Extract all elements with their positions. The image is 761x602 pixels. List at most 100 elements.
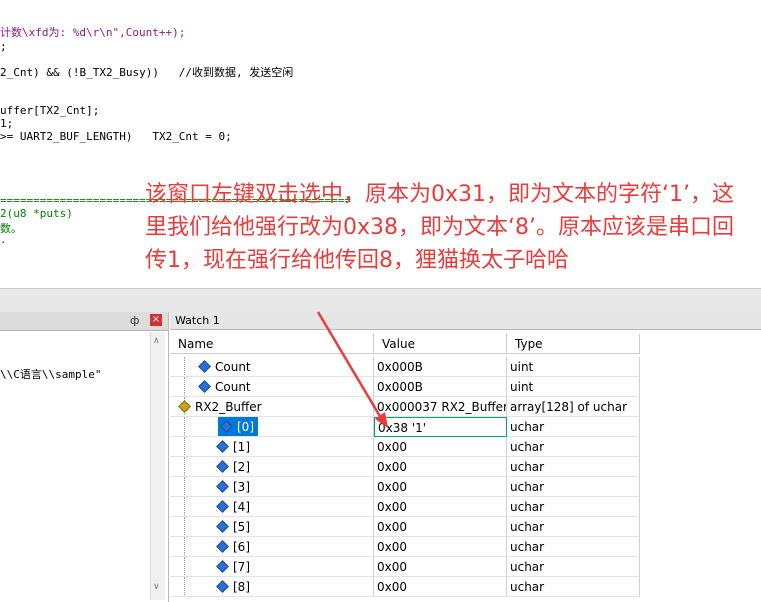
watch-value-cell[interactable]: 0x000B	[374, 377, 507, 397]
watch-type-cell: uchar	[507, 417, 640, 437]
watch-name: [5]	[216, 517, 250, 536]
watch-name-label: [3]	[233, 480, 250, 494]
watch-value-cell[interactable]: 0x00	[374, 577, 507, 597]
watch-type-cell: uint	[507, 357, 640, 377]
code-line: .	[0, 233, 7, 246]
watch-name-cell[interactable]: [8]	[170, 577, 374, 597]
watch-name: Count	[198, 377, 251, 396]
variable-icon	[178, 400, 191, 413]
watch-name: [0]	[218, 417, 258, 436]
code-line: 1;	[0, 117, 14, 130]
watch-row[interactable]: [4] 0x00 uchar	[170, 497, 640, 517]
watch-value-cell[interactable]: 0x00	[374, 457, 507, 477]
watch-name-cell[interactable]: [3]	[170, 477, 374, 497]
watch-row[interactable]: [1] 0x00 uchar	[170, 437, 640, 457]
tree-guide	[184, 517, 185, 536]
watch-name-label: [0]	[237, 420, 254, 434]
watch-row[interactable]: [6] 0x00 uchar	[170, 537, 640, 557]
column-header-name[interactable]: Name	[170, 334, 374, 354]
watch-row[interactable]: [7] 0x00 uchar	[170, 557, 640, 577]
vertical-scrollbar[interactable]: ∧ ∨	[150, 332, 165, 600]
watch-type-cell: uchar	[507, 517, 640, 537]
left-panel-header: ф ×	[0, 312, 168, 331]
tree-guide	[184, 417, 185, 436]
watch-type-cell: uchar	[507, 477, 640, 497]
variable-icon	[216, 520, 229, 533]
tree-guide	[184, 557, 185, 576]
watch-name-label: RX2_Buffer	[195, 400, 262, 414]
variable-icon	[216, 480, 229, 493]
watch-type-cell: uchar	[507, 557, 640, 577]
watch-name-cell[interactable]: [6]	[170, 537, 374, 557]
watch-name-cell[interactable]: [2]	[170, 457, 374, 477]
watch-name-label: [7]	[233, 560, 250, 574]
watch-row[interactable]: [0] 0x38 '1' uchar	[170, 417, 640, 437]
watch-row[interactable]: [3] 0x00 uchar	[170, 477, 640, 497]
watch-name-cell[interactable]: Count	[170, 357, 374, 377]
watch-name-cell[interactable]: [7]	[170, 557, 374, 577]
watch-type-cell: uchar	[507, 537, 640, 557]
watch-row[interactable]: Count 0x000B uint	[170, 357, 640, 377]
watch-name: [7]	[216, 557, 250, 576]
watch-value-cell[interactable]: 0x000B	[374, 357, 507, 377]
watch-name-cell[interactable]: ⊟RX2_Buffer	[170, 397, 374, 417]
pane-splitter[interactable]	[0, 288, 761, 313]
watch-value-cell[interactable]: 0x00	[374, 497, 507, 517]
watch-name: [2]	[216, 457, 250, 476]
variable-icon	[216, 540, 229, 553]
watch-type-cell: array[128] of uchar	[507, 397, 640, 417]
code-line: ;	[0, 40, 7, 53]
scroll-down-icon[interactable]: ∨	[153, 582, 160, 592]
watch-name-label: [5]	[233, 520, 250, 534]
watch-name: [8]	[216, 577, 250, 596]
tree-guide	[184, 537, 185, 556]
watch-value-cell[interactable]: 0x00	[374, 557, 507, 577]
watch-name-cell[interactable]: [1]	[170, 437, 374, 457]
tree-guide	[184, 577, 185, 596]
watch-row[interactable]: [5] 0x00 uchar	[170, 517, 640, 537]
tree-guide	[184, 437, 185, 456]
watch-row[interactable]: ⊟RX2_Buffer0x000037 RX2_Buffer[]...array…	[170, 397, 640, 417]
watch-name: [6]	[216, 537, 250, 556]
watch-value-cell[interactable]: 0x38 '1'	[374, 417, 507, 437]
watch-type-cell: uchar	[507, 457, 640, 477]
watch-name-label: Count	[215, 360, 251, 374]
watch-name-cell[interactable]: [0]	[170, 417, 374, 437]
variable-icon	[216, 440, 229, 453]
variable-icon	[198, 380, 211, 393]
watch-name-label: Count	[215, 380, 251, 394]
watch-name-cell[interactable]: [4]	[170, 497, 374, 517]
watch-value-cell[interactable]: 0x00	[374, 437, 507, 457]
scroll-up-icon[interactable]: ∧	[153, 336, 160, 346]
column-header-value[interactable]: Value	[374, 334, 507, 354]
tree-guide	[184, 357, 185, 376]
column-header-type[interactable]: Type	[507, 334, 640, 354]
watch-name-label: [1]	[233, 440, 250, 454]
code-line: 2(u8 *puts)	[0, 207, 73, 220]
variable-icon	[216, 560, 229, 573]
variable-icon	[216, 460, 229, 473]
variable-icon	[216, 580, 229, 593]
watch-name-cell[interactable]: [5]	[170, 517, 374, 537]
watch-value-cell[interactable]: 0x00	[374, 537, 507, 557]
watch-row[interactable]: [2] 0x00 uchar	[170, 457, 640, 477]
watch-name-cell[interactable]: Count	[170, 377, 374, 397]
watch-value-cell[interactable]: 0x000037 RX2_Buffer[]...	[374, 397, 507, 417]
annotation-text: 该窗口左键双击选中，原本为0x31，即为文本的字符‘1’，这里我们给他强行改为0…	[145, 182, 734, 273]
watch-value-cell[interactable]: 0x00	[374, 477, 507, 497]
code-line: 2_Cnt) && (!B_TX2_Busy)) //收到数据, 发送空闲	[0, 66, 294, 79]
watch-type-cell: uchar	[507, 437, 640, 457]
watch-name-label: [8]	[233, 580, 250, 594]
variable-icon	[220, 420, 233, 433]
watch-row[interactable]: Count 0x000B uint	[170, 377, 640, 397]
watch-name: [3]	[216, 477, 250, 496]
watch-name: [4]	[216, 497, 250, 516]
watch-type-cell: uchar	[507, 497, 640, 517]
watch-value-cell[interactable]: 0x00	[374, 517, 507, 537]
close-icon[interactable]: ×	[150, 314, 162, 326]
watch-row[interactable]: [8] 0x00 uchar	[170, 577, 640, 597]
pin-icon[interactable]: ф	[130, 314, 139, 327]
code-line: uffer[TX2_Cnt];	[0, 104, 100, 117]
watch-type-cell: uint	[507, 377, 640, 397]
tree-guide	[184, 497, 185, 516]
